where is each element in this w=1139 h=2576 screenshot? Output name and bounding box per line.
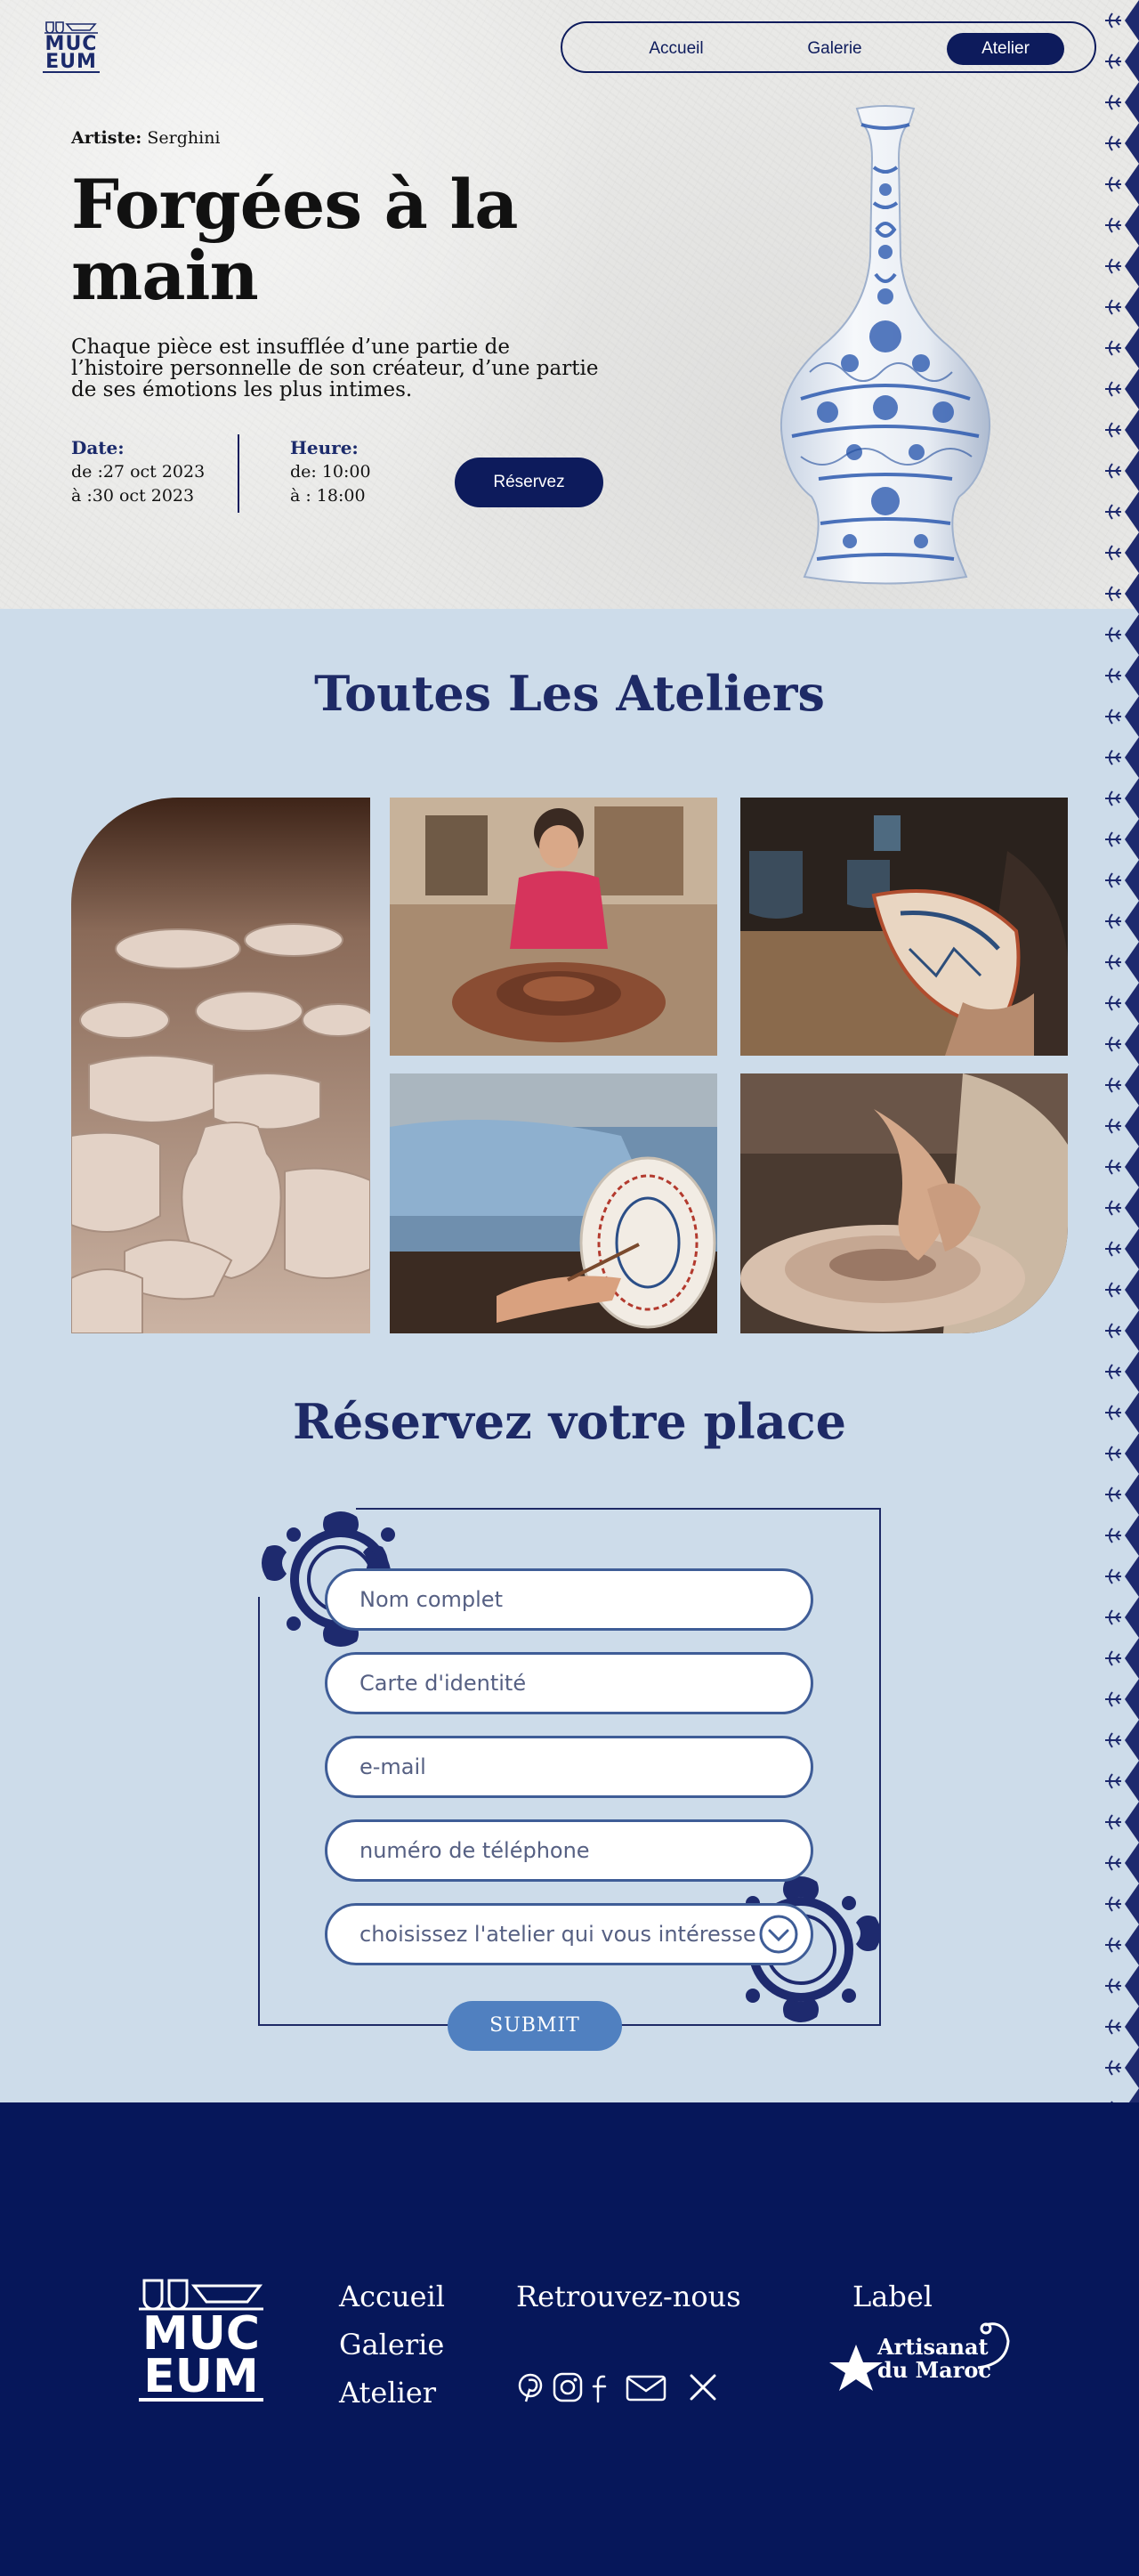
footer-link-galerie[interactable]: Galerie [339,2327,444,2362]
painted-plate-illustration [740,798,1068,1056]
footer-logo-text: MUC EUM [139,2311,263,2403]
main-nav: Accueil Galerie Atelier [561,21,1096,73]
artist-line: Artiste: Serghini [71,128,221,148]
artist-name: Serghini [147,128,221,148]
date-from: de :27 oct 2023 [71,462,206,482]
pottery-collection-image[interactable] [71,798,370,1333]
artist-key: Artiste: [71,128,142,148]
instagram-icon[interactable] [552,2371,584,2403]
throwing-bowl-illustration [740,1073,1068,1333]
nav-galerie[interactable]: Galerie [763,33,906,65]
time-label: Heure: [290,437,359,458]
child-pottery-wheel-image[interactable] [390,798,717,1056]
reserve-button[interactable]: Réservez [455,458,603,507]
time-to: à : 18:00 [290,486,366,506]
artisanat-du-maroc-logo: Artisanat du Maroc [829,2318,1018,2393]
phone-input[interactable]: numéro de téléphone [325,1819,813,1882]
hero-section: MUC EUM Accueil Galerie Atelier Artiste: … [0,0,1139,609]
social-title: Retrouvez-nous [516,2280,741,2313]
logo-line-2: EUM [45,51,97,73]
pinterest-icon[interactable] [514,2371,546,2403]
painting-plate-illustration [390,1073,717,1333]
time-from: de: 10:00 [290,462,371,482]
label-logo-text: Artisanat du Maroc [877,2336,991,2382]
nav-atelier[interactable]: Atelier [947,33,1064,65]
date-label: Date: [71,437,125,458]
logo-text: MUC EUM [43,35,100,73]
decorative-side-border [1102,0,1139,2102]
pottery-collection-illustration [71,798,370,1333]
footer-link-accueil[interactable]: Accueil [339,2279,445,2314]
painting-plate-image[interactable] [390,1073,717,1333]
footer-logo-line-2: EUM [143,2350,259,2403]
pottery-cups-icon [44,21,98,34]
info-divider [238,434,239,513]
time-info: Heure: de: 10:00 à : 18:00 [290,436,371,508]
site-logo[interactable]: MUC EUM [43,21,100,78]
chevron-down-icon[interactable] [759,1915,798,1954]
mail-icon[interactable] [625,2371,667,2403]
painted-plate-hand-image[interactable] [740,798,1068,1056]
email-input[interactable]: e-mail [325,1736,813,1798]
submit-button[interactable]: SUBMIT [448,2001,622,2051]
x-icon[interactable] [687,2371,719,2403]
footer-logo[interactable]: MUC EUM [139,2279,263,2402]
full-name-input[interactable]: Nom complet [325,1568,813,1631]
workshop-select[interactable]: choisissez l'atelier qui vous intéresse [325,1903,813,1965]
facebook-icon[interactable] [589,2371,612,2403]
label-logo-line-1: Artisanat [877,2334,989,2360]
child-pottery-illustration [390,798,717,1056]
blue-white-vase-image [780,105,991,585]
footer-link-atelier[interactable]: Atelier [339,2375,436,2410]
id-card-input[interactable]: Carte d'identité [325,1652,813,1714]
throwing-bowl-image[interactable] [740,1073,1068,1333]
nav-accueil[interactable]: Accueil [623,33,730,65]
date-info: Date: de :27 oct 2023 à :30 oct 2023 [71,436,205,508]
label-logo-line-2: du Maroc [877,2357,991,2383]
pottery-cups-icon [139,2279,263,2311]
label-title: Label [852,2280,933,2313]
date-to: à :30 oct 2023 [71,486,195,506]
workshop-select-placeholder: choisissez l'atelier qui vous intéresse [359,1922,756,1947]
hero-description: Chaque pièce est insufflée d’une partie … [71,336,599,401]
workshops-title: Toutes Les Ateliers [314,665,825,722]
booking-title: Réservez votre place [292,1393,847,1450]
hero-title: Forgées à la main [71,165,518,315]
